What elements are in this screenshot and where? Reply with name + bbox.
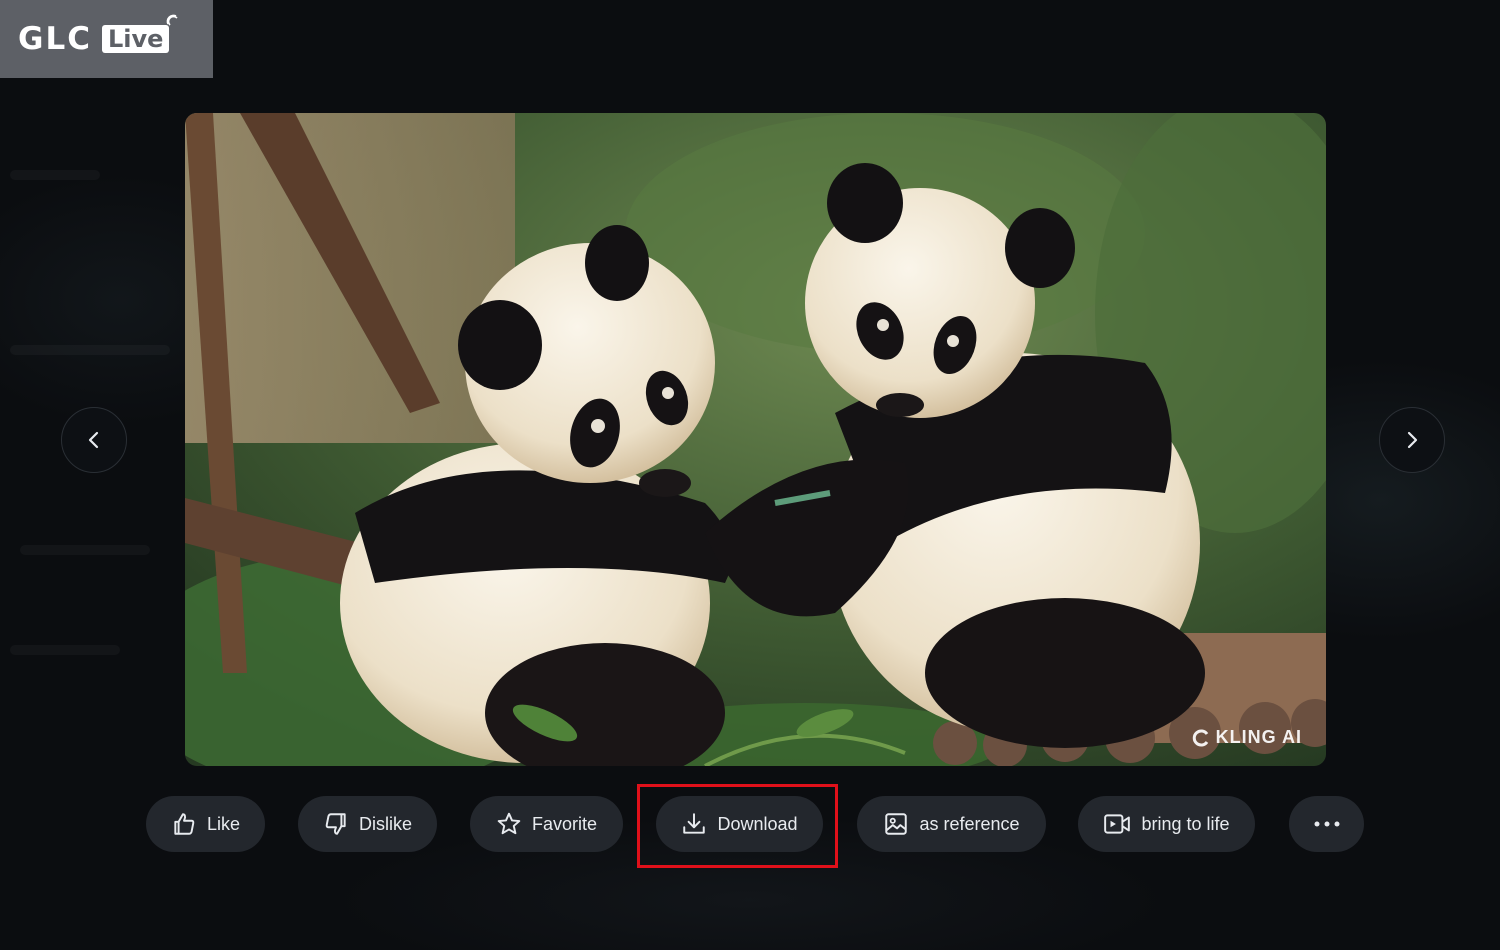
logo-text: GLC [18, 21, 92, 57]
bring-to-life-label: bring to life [1141, 813, 1230, 834]
image-watermark: KLING AI [1191, 727, 1302, 748]
dislike-button[interactable]: Dislike [298, 796, 437, 852]
logo-live-badge: Live [101, 14, 178, 53]
favorite-button[interactable]: Favorite [470, 796, 623, 852]
background-blur [20, 545, 150, 555]
next-button[interactable] [1379, 407, 1445, 473]
more-options-button[interactable] [1289, 796, 1364, 852]
more-horizontal-icon [1314, 821, 1339, 827]
as-reference-label: as reference [919, 813, 1020, 834]
previous-button[interactable] [61, 407, 127, 473]
bring-to-life-button[interactable]: bring to life [1078, 796, 1255, 852]
kling-logo-icon [1192, 729, 1208, 746]
as-reference-button[interactable]: as reference [857, 796, 1046, 852]
dislike-label: Dislike [358, 813, 412, 834]
generated-image[interactable]: KLING AI [185, 113, 1326, 766]
panda-illustration [185, 113, 1326, 766]
like-button[interactable]: Like [146, 796, 265, 852]
download-highlight-box [637, 784, 838, 868]
watermark-text: KLING AI [1215, 727, 1302, 747]
background-blur [10, 170, 100, 180]
chevron-right-icon [1407, 431, 1418, 449]
thumbs-down-icon [325, 813, 346, 835]
background-blur [10, 345, 170, 355]
favorite-label: Favorite [531, 813, 598, 834]
star-icon [497, 812, 521, 835]
background-blur [10, 645, 120, 655]
image-icon [885, 813, 908, 835]
logo-live-text: Live [107, 25, 164, 53]
chevron-left-icon [88, 431, 99, 449]
broadcast-icon [167, 14, 178, 26]
logo-watermark: GLC Live [0, 0, 213, 78]
like-label: Like [206, 813, 241, 834]
video-icon [1104, 814, 1131, 834]
thumbs-up-icon [174, 813, 195, 835]
